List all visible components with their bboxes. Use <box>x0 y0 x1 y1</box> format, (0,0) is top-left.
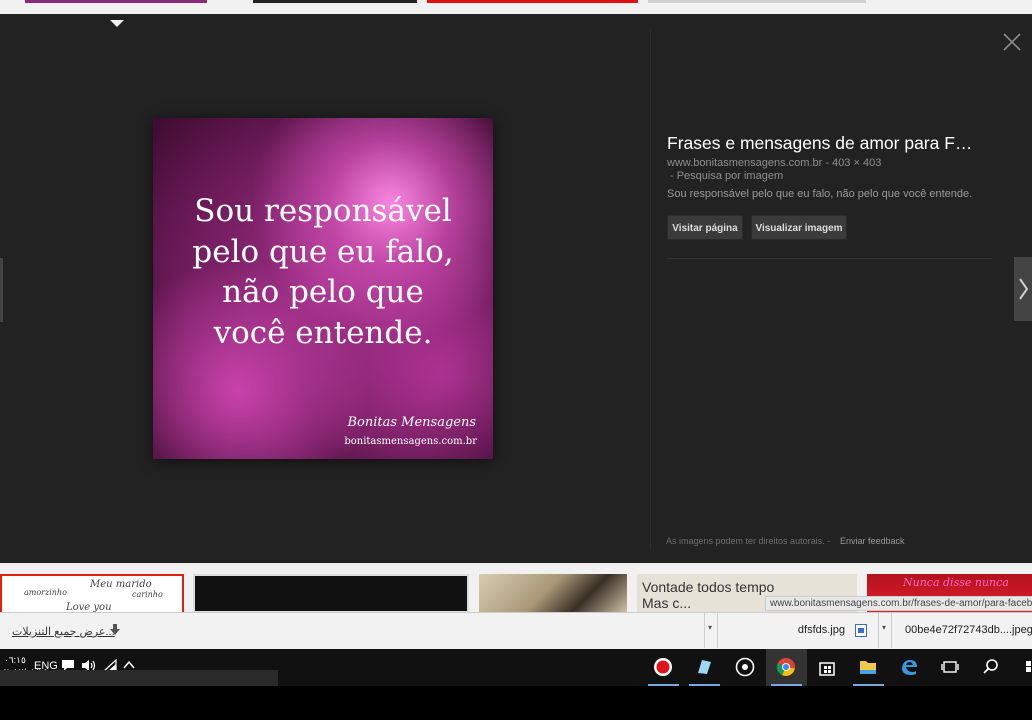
search-by-image-link[interactable]: - Pesquisa por imagem <box>670 170 783 182</box>
status-bar-url: www.bonitasmensagens.com.br/frases-de-am… <box>765 596 1032 611</box>
info-separator <box>667 258 992 259</box>
thumbnail-love-note[interactable]: Meu marido amorzinho Love you carinho <box>0 574 184 613</box>
task-view-icon <box>941 661 959 673</box>
download-item[interactable]: ▾ dfsfds.jpg <box>704 613 876 648</box>
image-quote: Sou responsável pelo que eu falo, não pe… <box>153 191 493 353</box>
download-divider <box>717 613 718 648</box>
close-icon[interactable] <box>1003 33 1021 51</box>
top-thumbnail[interactable] <box>648 0 866 3</box>
watermark-brand: Bonitas Mensagens <box>347 415 476 430</box>
taskbar-edge[interactable] <box>889 649 930 686</box>
quote-line: pelo que eu falo, <box>192 233 454 270</box>
thumbnail-photo[interactable] <box>479 574 627 613</box>
taskbar-explorer[interactable] <box>848 649 889 686</box>
download-divider <box>891 613 892 648</box>
quote-line: você entende. <box>213 314 433 351</box>
thumbnail-text: carinho <box>132 590 163 599</box>
thumbnail-text: amorzinho <box>24 588 67 597</box>
taskbar-media[interactable] <box>725 649 766 686</box>
top-thumbnail[interactable] <box>25 0 207 3</box>
screen-bottom-area <box>0 686 1032 720</box>
thumbnail-dark[interactable] <box>193 574 469 613</box>
top-thumbnail[interactable] <box>427 0 638 3</box>
chevron-up-icon[interactable] <box>123 660 135 670</box>
chevron-down-icon[interactable]: ▾ <box>879 613 889 648</box>
background-window-strip <box>0 670 278 686</box>
copyright-note: As imagens podem ter direitos autorais. … <box>666 536 831 546</box>
start-button[interactable] <box>1012 649 1032 686</box>
store-icon <box>819 662 835 676</box>
thumbnail-text: Vontade todos tempo <box>642 579 775 595</box>
taskbar-app[interactable] <box>684 649 725 686</box>
watermark-url: bonitasmensagens.com.br <box>344 436 477 447</box>
app-icon <box>698 660 711 674</box>
show-all-downloads-link[interactable]: عرض جميع التنزيلات... <box>12 625 115 638</box>
image-description: Sou responsável pelo que eu falo, não pe… <box>667 188 973 200</box>
search-icon <box>983 659 998 674</box>
top-thumbnail[interactable] <box>253 0 417 3</box>
top-thumbnail-strip <box>0 0 1032 14</box>
preview-image[interactable]: Sou responsável pelo que eu falo, não pe… <box>153 118 493 459</box>
download-item[interactable]: ▾ 00be4e72f72743db....jpeg <box>878 613 1032 648</box>
image-file-icon <box>855 624 867 637</box>
taskbar-store[interactable] <box>807 649 848 686</box>
chevron-right-icon <box>1019 278 1029 300</box>
taskbar-search[interactable] <box>971 649 1012 686</box>
edge-icon <box>902 660 917 675</box>
download-filename: 00be4e72f72743db....jpeg <box>905 624 1032 636</box>
image-source-meta: www.bonitasmensagens.com.br - 403 × 403 <box>667 157 882 169</box>
panel-divider <box>650 30 651 550</box>
quote-line: Sou responsável <box>194 193 452 229</box>
downloads-bar: عرض جميع التنزيلات... ▾ dfsfds.jpg ▾ 00b… <box>0 612 1032 649</box>
download-icon <box>110 624 120 635</box>
thumbnail-text: Meu marido <box>90 579 152 590</box>
folder-icon <box>860 661 876 674</box>
quote-line: não pelo que <box>222 274 424 310</box>
thumbnail-text: Nunca disse nunca <box>903 576 1009 589</box>
next-image-button[interactable] <box>1014 257 1032 321</box>
record-icon <box>654 658 672 676</box>
windows-icon <box>1026 661 1031 672</box>
image-title[interactable]: Frases e mensagens de amor para F… <box>667 133 997 154</box>
chevron-down-icon[interactable]: ▾ <box>705 613 715 648</box>
taskbar-chrome[interactable] <box>766 649 807 686</box>
task-view-button[interactable] <box>930 649 971 686</box>
send-feedback-link[interactable]: Enviar feedback <box>840 536 905 546</box>
view-image-button[interactable]: Visualizar imagem <box>751 215 847 240</box>
chrome-icon <box>776 658 795 676</box>
disc-icon <box>735 657 755 677</box>
download-filename: dfsfds.jpg <box>797 624 845 636</box>
visit-page-button[interactable]: Visitar página <box>667 215 743 240</box>
selected-pointer <box>110 20 124 27</box>
previous-image-button[interactable] <box>0 258 3 322</box>
taskbar-record[interactable] <box>643 649 684 686</box>
thumbnail-text: Mas c... <box>642 595 692 611</box>
